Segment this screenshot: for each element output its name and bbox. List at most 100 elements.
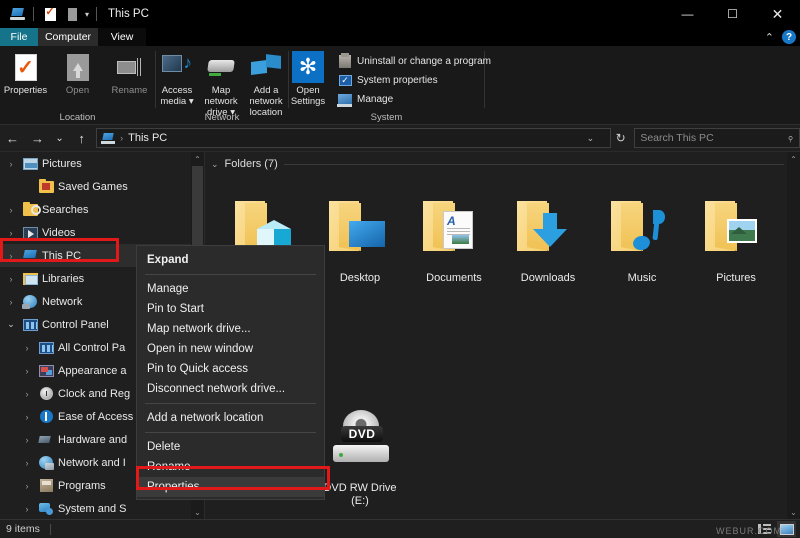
back-button[interactable]: ← <box>0 125 25 152</box>
chevron-down-icon[interactable]: ⌄ <box>4 319 18 330</box>
open-button[interactable]: Open <box>52 49 104 96</box>
menu-item-disconnect-network-drive[interactable]: Disconnect network drive... <box>137 379 324 399</box>
list-item[interactable]: Desktop <box>313 180 407 298</box>
chevron-right-icon[interactable]: › <box>20 412 34 422</box>
open-settings-button[interactable]: ✻ Open Settings <box>282 49 334 107</box>
gear-icon: ✻ <box>292 51 324 83</box>
scroll-up-icon[interactable]: ⌃ <box>787 152 800 166</box>
minimize-button[interactable]: — <box>665 0 710 28</box>
programs-icon <box>38 479 54 493</box>
chevron-right-icon[interactable]: › <box>20 458 34 468</box>
menu-item-pin-to-start[interactable]: Pin to Start <box>137 299 324 319</box>
ribbon-group-location: Properties Open Rename Location <box>0 46 155 125</box>
tab-computer[interactable]: Computer <box>38 28 98 46</box>
menu-separator <box>145 432 316 433</box>
videos-icon <box>22 226 38 240</box>
help-icon[interactable]: ? <box>782 30 796 44</box>
customize-caret-icon[interactable]: ▾ <box>83 10 91 19</box>
search-icon[interactable]: ⌕ <box>784 131 798 145</box>
menu-item-add-network-location[interactable]: Add a network location <box>137 408 324 428</box>
chevron-down-icon[interactable]: ⌄ <box>211 159 219 170</box>
folder-desktop-icon <box>329 180 391 272</box>
chevron-right-icon[interactable]: › <box>20 435 34 445</box>
sidebar-item-saved-games[interactable]: Saved Games <box>0 175 204 198</box>
chevron-right-icon[interactable]: › <box>20 343 34 353</box>
uninstall-program-button[interactable]: Uninstall or change a program <box>334 53 495 70</box>
list-item[interactable]: Pictures <box>689 180 783 298</box>
menu-item-manage[interactable]: Manage <box>137 279 324 299</box>
folder-icon[interactable] <box>61 3 83 25</box>
chevron-right-icon[interactable]: › <box>20 481 34 491</box>
ease-of-access-icon <box>38 410 54 424</box>
tile-label: Desktop <box>340 272 380 285</box>
ribbon-tabstrip: File Computer View <box>0 28 800 46</box>
context-menu: Expand Manage Pin to Start Map network d… <box>136 245 325 500</box>
menu-item-expand[interactable]: Expand <box>137 250 324 270</box>
properties-icon[interactable] <box>39 3 61 25</box>
chevron-right-icon[interactable]: › <box>4 228 18 238</box>
maximize-button[interactable]: ☐ <box>710 0 755 28</box>
status-bar: 9 items WEBUR.COM <box>0 519 800 538</box>
scroll-down-icon[interactable]: ⌄ <box>787 505 800 519</box>
chevron-right-icon[interactable]: › <box>20 366 34 376</box>
dvd-label: DVD <box>341 426 383 442</box>
chevron-right-icon[interactable]: › <box>20 504 34 514</box>
chevron-right-icon[interactable]: › <box>4 251 18 261</box>
breadcrumb[interactable]: › This PC ⌄ <box>96 128 611 148</box>
up-button[interactable]: ↑ <box>69 125 94 152</box>
menu-item-delete[interactable]: Delete <box>137 437 324 457</box>
watermark: WEBUR.COM <box>716 526 782 536</box>
list-item[interactable]: A Documents <box>407 180 501 298</box>
menu-item-properties[interactable]: Properties <box>137 477 324 497</box>
collapse-ribbon-icon[interactable]: ⌃ <box>765 31 774 44</box>
hardware-icon <box>38 433 54 447</box>
recent-locations-button[interactable]: ⌄ <box>50 125 69 152</box>
menu-item-map-network-drive[interactable]: Map network drive... <box>137 319 324 339</box>
menu-item-rename[interactable]: Rename <box>137 457 324 477</box>
scroll-up-icon[interactable]: ⌃ <box>191 152 204 166</box>
chevron-right-icon[interactable]: › <box>4 297 18 307</box>
address-bar: ← → ⌄ ↑ › This PC ⌄ ↻ Search This PC ⌕ <box>0 125 800 152</box>
this-pc-icon[interactable] <box>6 3 28 25</box>
breadcrumb-path[interactable]: This PC <box>128 132 167 144</box>
tab-file[interactable]: File <box>0 28 38 46</box>
menu-item-open-in-new-window[interactable]: Open in new window <box>137 339 324 359</box>
rename-button[interactable]: Rename <box>104 49 156 96</box>
sidebar-item-pictures[interactable]: › Pictures <box>0 152 204 175</box>
close-button[interactable]: ✕ <box>755 0 800 28</box>
tab-view[interactable]: View <box>98 28 146 46</box>
open-label: Open <box>66 85 89 96</box>
sidebar-item-system-and-security[interactable]: › System and S <box>0 497 204 519</box>
sidebar-item-searches[interactable]: › Searches <box>0 198 204 221</box>
scroll-down-icon[interactable]: ⌄ <box>191 505 204 519</box>
list-item[interactable]: Music <box>595 180 689 298</box>
tile-label: Pictures <box>716 272 756 285</box>
search-input[interactable]: Search This PC ⌕ <box>634 128 800 148</box>
network-icon <box>22 295 38 309</box>
appearance-icon <box>38 364 54 378</box>
system-properties-button[interactable]: System properties <box>334 72 495 89</box>
sidebar-item-label: Hardware and <box>58 434 127 446</box>
menu-separator <box>145 274 316 275</box>
menu-item-pin-to-quick-access[interactable]: Pin to Quick access <box>137 359 324 379</box>
properties-button[interactable]: Properties <box>0 49 52 96</box>
list-item[interactable]: Downloads <box>501 180 595 298</box>
list-item[interactable]: DVD DVD RW Drive (E:) <box>313 390 407 508</box>
group-header-folders[interactable]: ⌄ Folders (7) <box>205 152 800 170</box>
chevron-right-icon[interactable]: › <box>20 389 34 399</box>
this-pc-icon <box>101 133 115 144</box>
chevron-right-icon[interactable]: › <box>4 159 18 169</box>
saved-games-icon <box>38 180 54 194</box>
refresh-button[interactable]: ↻ <box>611 131 630 145</box>
breadcrumb-separator: › <box>120 133 123 143</box>
sidebar-item-videos[interactable]: › Videos <box>0 221 204 244</box>
forward-button[interactable]: → <box>25 125 50 152</box>
chevron-right-icon[interactable]: › <box>4 205 18 215</box>
group-label-location: Location <box>0 112 155 123</box>
map-network-drive-button[interactable]: Map network drive ▾ <box>199 49 243 118</box>
manage-button[interactable]: Manage <box>334 91 495 108</box>
chevron-down-icon[interactable]: ⌄ <box>587 133 595 144</box>
content-scrollbar[interactable]: ⌃ ⌄ <box>787 152 800 519</box>
access-media-button[interactable]: ♪ Access media ▾ <box>155 49 199 107</box>
chevron-right-icon[interactable]: › <box>4 274 18 284</box>
